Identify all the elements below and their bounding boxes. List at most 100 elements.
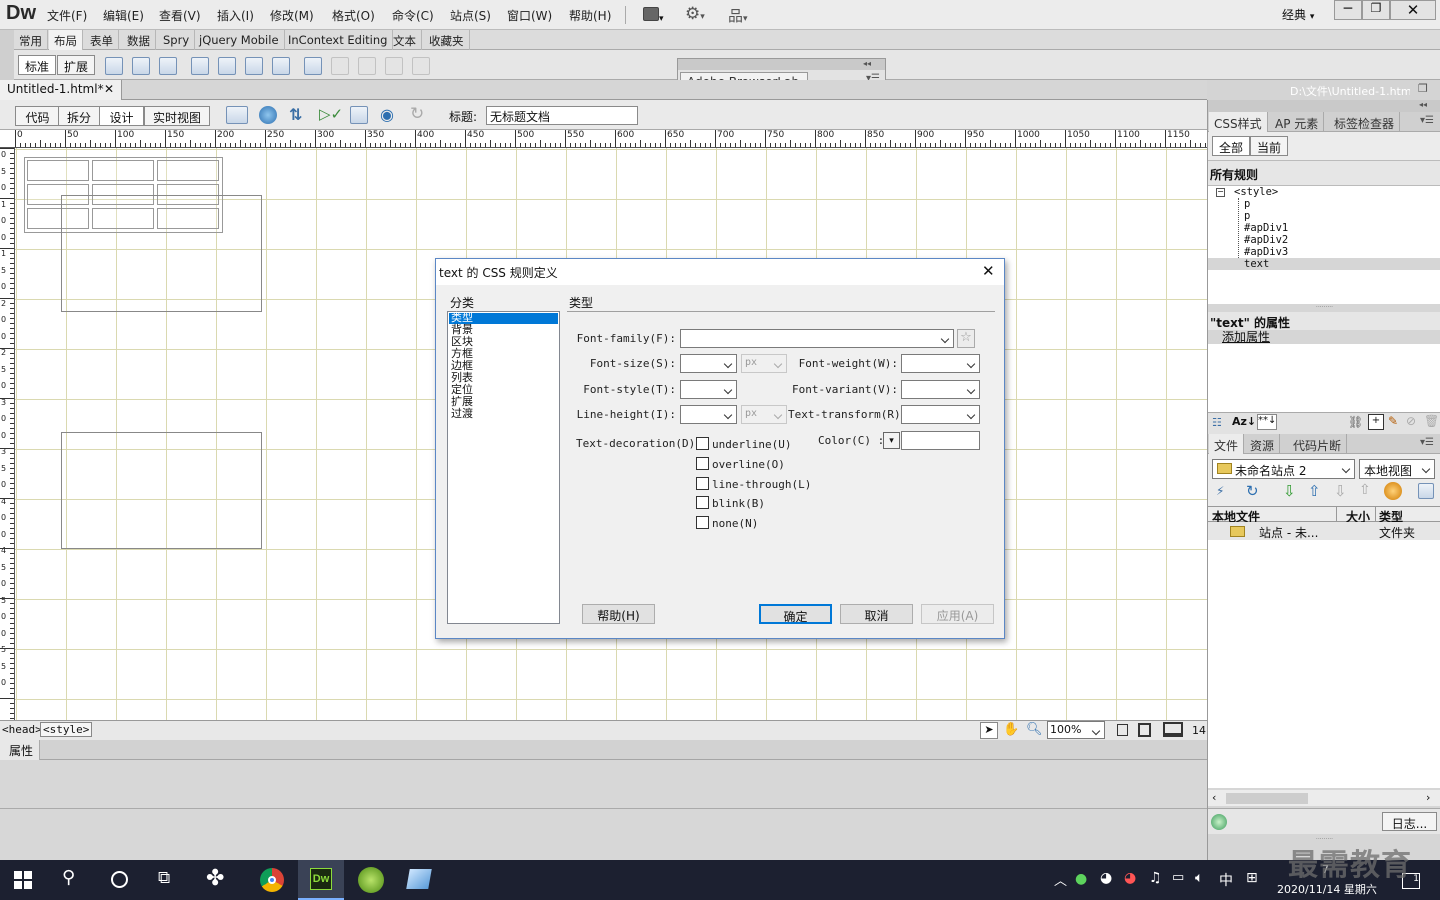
ap-div-box[interactable] (61, 432, 262, 549)
volume-icon[interactable]: 🔈︎ (1195, 870, 1203, 886)
h-scrollbar[interactable]: ‹ › (1208, 790, 1440, 806)
mobile-size-icon[interactable] (1117, 724, 1128, 736)
ok-button[interactable]: 确定 (759, 604, 832, 624)
tab-css-styles[interactable]: CSS样式 (1209, 112, 1268, 132)
insert-div-icon[interactable] (105, 57, 123, 75)
table-cell[interactable] (92, 160, 154, 181)
category-view-icon[interactable]: ☷ (1212, 416, 1222, 429)
layout-mode-standard[interactable]: 标准 (18, 55, 57, 75)
rule-item[interactable]: #apDiv3 (1244, 246, 1288, 258)
view-select[interactable]: 本地视图 (1359, 459, 1435, 479)
panel-collapse-icon[interactable]: ◂◂ (1208, 100, 1440, 112)
font-style-select[interactable] (680, 380, 737, 399)
insert-ap-div-icon[interactable] (132, 57, 150, 75)
blink-checkbox[interactable] (696, 496, 709, 509)
restore-button[interactable]: ❐ (1362, 0, 1390, 20)
rule-item[interactable]: #apDiv1 (1244, 222, 1288, 234)
spry-accordion-icon[interactable] (245, 57, 263, 75)
site-icon[interactable]: 品▾ (728, 5, 748, 26)
cancel-button[interactable]: 取消 (840, 604, 913, 624)
tab-snippets[interactable]: 代码片断 (1288, 434, 1348, 454)
alpha-view-icon[interactable]: Az↓ (1232, 415, 1256, 428)
rule-item[interactable]: p (1244, 198, 1250, 210)
inspect-icon[interactable]: ◉ (380, 105, 394, 124)
help-button[interactable]: 帮助(H) (582, 604, 655, 624)
menu-view[interactable]: 查看(V) (159, 7, 201, 24)
font-size-select[interactable] (680, 354, 737, 373)
checkin-icon[interactable]: ⇧ (1359, 482, 1371, 498)
tab-layout[interactable]: 布局 (49, 30, 83, 50)
qq-icon[interactable]: ◕ (1124, 870, 1136, 886)
wechat-icon[interactable]: ● (1075, 871, 1087, 887)
splitter-handle[interactable]: ········· (1208, 304, 1440, 312)
menu-edit[interactable]: 编辑(E) (103, 7, 144, 24)
document-tab[interactable]: Untitled-1.html* ✕ (0, 80, 122, 100)
pinwheel-app-icon[interactable]: ✤ (206, 866, 224, 891)
rule-item[interactable]: #apDiv2 (1244, 234, 1288, 246)
menu-window[interactable]: 窗口(W) (507, 7, 552, 24)
visual-aids-icon[interactable] (350, 106, 368, 124)
multiscreen-icon[interactable] (226, 106, 248, 124)
search-icon[interactable]: ⚲ (62, 867, 75, 888)
qq-icon[interactable]: ◕ (1100, 870, 1112, 886)
rule-item-selected[interactable]: text (1244, 258, 1269, 270)
close-app-button[interactable]: ✕ (1390, 0, 1436, 20)
scroll-left-icon[interactable]: ‹ (1212, 791, 1216, 804)
underline-checkbox[interactable] (696, 437, 709, 450)
ime-indicator[interactable]: 中 (1219, 870, 1233, 890)
star-icon[interactable]: ☆ (957, 329, 975, 348)
color-input[interactable] (901, 431, 980, 450)
hand-tool-icon[interactable]: ✋ (1003, 722, 1019, 737)
tab-jquery-mobile[interactable]: jQuery Mobile (194, 30, 285, 50)
tag-selector-style[interactable]: <style> (40, 722, 93, 737)
connect-icon[interactable]: ⚡ (1216, 484, 1224, 498)
menu-format[interactable]: 格式(O) (332, 7, 375, 24)
tab-data[interactable]: 数据 (122, 30, 156, 50)
panel-menu-icon[interactable]: ▾☰ (1420, 115, 1434, 126)
view-code-button[interactable]: 代码 (15, 106, 60, 126)
panel-menu-icon[interactable]: ▾☰ (1420, 437, 1434, 448)
menu-insert[interactable]: 插入(I) (217, 7, 254, 24)
menu-file[interactable]: 文件(F) (47, 7, 87, 24)
line-through-checkbox[interactable] (696, 477, 709, 490)
insert-layout-icon[interactable] (159, 57, 177, 75)
refresh-files-icon[interactable]: ↻ (1246, 482, 1259, 500)
sync-icon[interactable] (1384, 482, 1402, 500)
cortana-icon[interactable] (111, 871, 128, 888)
none-checkbox[interactable] (696, 516, 709, 529)
overline-checkbox[interactable] (696, 457, 709, 470)
select-tool-icon[interactable]: ➤ (980, 722, 998, 739)
rule-item[interactable]: p (1244, 210, 1250, 222)
view-design-button[interactable]: 设计 (99, 106, 144, 126)
scroll-right-icon[interactable]: › (1426, 791, 1430, 804)
scroll-thumb[interactable] (1226, 793, 1308, 804)
spry-menu-icon[interactable] (191, 57, 209, 75)
notepad-icon[interactable] (406, 869, 432, 889)
set-props-icon[interactable]: **↓ (1257, 414, 1277, 430)
css-mode-all[interactable]: 全部 (1212, 136, 1251, 156)
tab-tag-inspector[interactable]: 标签检查器 (1329, 112, 1401, 132)
get-files-icon[interactable]: ⇩ (1283, 482, 1296, 500)
menu-command[interactable]: 命令(C) (392, 7, 434, 24)
log-button[interactable]: 日志... (1382, 812, 1437, 831)
melon-app-icon[interactable] (358, 867, 384, 893)
minimize-button[interactable]: ─ (1334, 0, 1362, 20)
menu-help[interactable]: 帮助(H) (569, 7, 611, 24)
browser-preview-icon[interactable] (259, 106, 277, 124)
color-picker-swatch[interactable]: ▾ (883, 432, 900, 449)
properties-tab[interactable]: 属性 (0, 740, 40, 760)
zoom-select[interactable]: 100% (1047, 721, 1105, 739)
layout-mode-expanded[interactable]: 扩展 (57, 55, 96, 75)
file-transfer-icon[interactable]: ⇅ (289, 105, 302, 124)
category-item[interactable]: 过渡 (451, 408, 473, 420)
tray-expand-icon[interactable]: ︿ (1054, 870, 1067, 889)
tab-spry[interactable]: Spry (158, 30, 196, 50)
view-live-button[interactable]: 实时视图 (144, 106, 210, 126)
spry-panel-icon[interactable] (272, 57, 290, 75)
dreamweaver-icon[interactable]: Dw (310, 868, 332, 890)
checkout-icon[interactable]: ⇩ (1334, 482, 1347, 500)
zoom-tool-icon[interactable]: 🔍︎ (1026, 722, 1043, 737)
table-icon[interactable] (304, 57, 322, 75)
refresh-icon[interactable]: ↻ (410, 104, 424, 124)
layout-icon[interactable]: ▾ (643, 7, 664, 24)
